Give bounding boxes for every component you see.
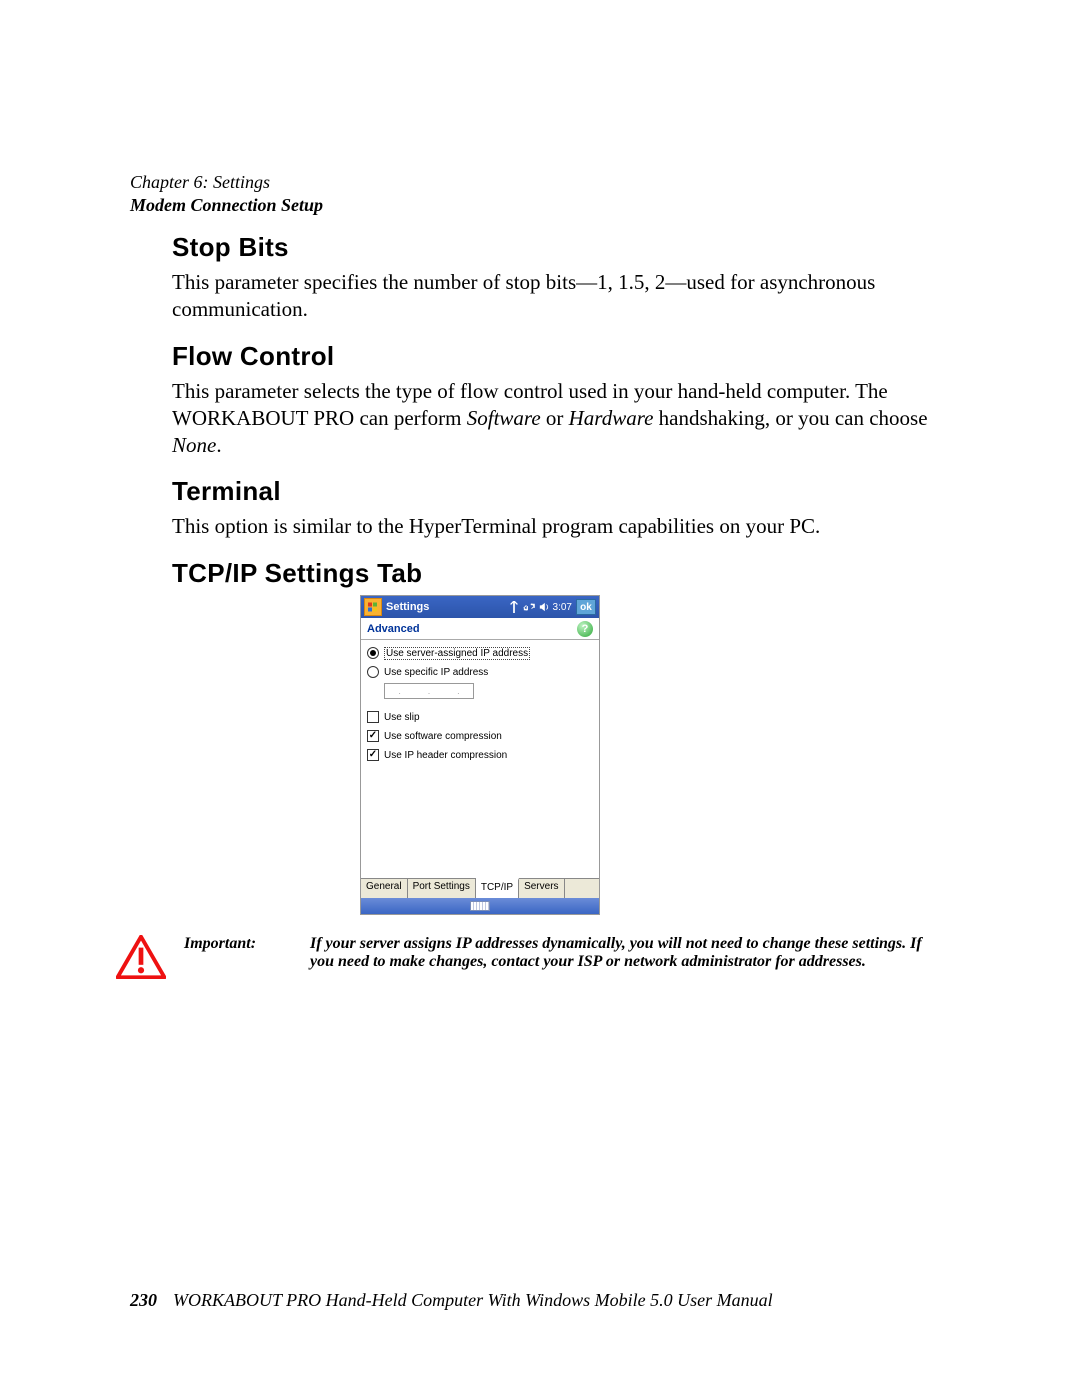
important-note: Important: If your server assigns IP add… bbox=[116, 935, 942, 979]
checkbox-icon[interactable] bbox=[367, 711, 379, 723]
titlebar-time: 3:07 bbox=[553, 602, 572, 613]
radio-server-assigned[interactable]: Use server-assigned IP address bbox=[367, 645, 593, 661]
para-terminal: This option is similar to the HyperTermi… bbox=[172, 513, 942, 540]
status-icons: 3:07 bbox=[509, 601, 572, 613]
check2-label: Use software compression bbox=[384, 731, 502, 742]
speaker-icon bbox=[539, 602, 549, 612]
important-body: If your server assigns IP addresses dyna… bbox=[310, 935, 942, 971]
radio2-label: Use specific IP address bbox=[384, 667, 488, 678]
section-flow-control: Flow Control This parameter selects the … bbox=[172, 341, 942, 459]
radio1-label: Use server-assigned IP address bbox=[384, 647, 530, 660]
chapter-label: Chapter 6: Settings bbox=[130, 172, 323, 193]
tab-bar: General Port Settings TCP/IP Servers bbox=[361, 878, 599, 898]
fc-none: None bbox=[172, 433, 216, 457]
help-icon[interactable]: ? bbox=[577, 621, 593, 637]
tab-tcpip[interactable]: TCP/IP bbox=[476, 878, 519, 898]
ok-button[interactable]: ok bbox=[576, 599, 596, 615]
heading-terminal: Terminal bbox=[172, 476, 942, 507]
tab-general[interactable]: General bbox=[361, 879, 408, 898]
check3-label: Use IP header compression bbox=[384, 750, 507, 761]
running-header: Chapter 6: Settings Modem Connection Set… bbox=[130, 172, 323, 216]
warning-icon bbox=[116, 935, 166, 979]
section-stop-bits: Stop Bits This parameter specifies the n… bbox=[172, 232, 942, 323]
titlebar-app: Settings bbox=[386, 601, 429, 613]
checkbox-icon[interactable] bbox=[367, 749, 379, 761]
para-stop-bits: This parameter specifies the number of s… bbox=[172, 269, 942, 323]
device-screenshot: Settings 3:07 ok Advanced ? bbox=[360, 595, 600, 915]
tab-port-settings[interactable]: Port Settings bbox=[408, 879, 476, 898]
page-number: 230 bbox=[130, 1290, 157, 1311]
connectivity-icon bbox=[523, 602, 535, 612]
heading-flow-control: Flow Control bbox=[172, 341, 942, 372]
running-footer: 230 WORKABOUT PRO Hand-Held Computer Wit… bbox=[130, 1290, 773, 1311]
important-label: Important: bbox=[184, 935, 296, 971]
fc-tail: . bbox=[216, 433, 221, 457]
fc-mid2: handshaking, or you can choose bbox=[653, 406, 927, 430]
heading-stop-bits: Stop Bits bbox=[172, 232, 942, 263]
signal-icon bbox=[509, 601, 519, 613]
start-icon[interactable] bbox=[364, 598, 382, 616]
important-columns: Important: If your server assigns IP add… bbox=[184, 935, 942, 971]
manual-page: Chapter 6: Settings Modem Connection Set… bbox=[0, 0, 1080, 1397]
keyboard-icon[interactable] bbox=[470, 901, 490, 911]
subtitle-text: Advanced bbox=[367, 623, 420, 635]
fc-mid1: or bbox=[541, 406, 569, 430]
radio-icon[interactable] bbox=[367, 666, 379, 678]
settings-form: Use server-assigned IP address Use speci… bbox=[361, 640, 599, 878]
fc-hardware: Hardware bbox=[569, 406, 654, 430]
page-subtitle: Advanced ? bbox=[361, 618, 599, 640]
heading-tcpip: TCP/IP Settings Tab bbox=[172, 558, 942, 589]
para-flow-control: This parameter selects the type of flow … bbox=[172, 378, 942, 459]
radio-specific-ip[interactable]: Use specific IP address bbox=[367, 664, 593, 680]
checkbox-icon[interactable] bbox=[367, 730, 379, 742]
section-label: Modem Connection Setup bbox=[130, 195, 323, 216]
check-ip-header-compression[interactable]: Use IP header compression bbox=[367, 747, 593, 763]
check1-label: Use slip bbox=[384, 712, 420, 723]
doc-title: WORKABOUT PRO Hand-Held Computer With Wi… bbox=[173, 1290, 773, 1311]
section-tcpip: TCP/IP Settings Tab Settings 3:07 ok bbox=[172, 558, 942, 915]
section-terminal: Terminal This option is similar to the H… bbox=[172, 476, 942, 540]
fc-software: Software bbox=[467, 406, 541, 430]
tab-servers[interactable]: Servers bbox=[519, 879, 564, 898]
check-sw-compression[interactable]: Use software compression bbox=[367, 728, 593, 744]
body-content: Stop Bits This parameter specifies the n… bbox=[172, 232, 942, 979]
radio-icon[interactable] bbox=[367, 647, 379, 659]
sip-bar[interactable] bbox=[361, 898, 599, 914]
wm-titlebar: Settings 3:07 ok bbox=[361, 596, 599, 618]
check-use-slip[interactable]: Use slip bbox=[367, 709, 593, 725]
ip-input[interactable]: ... bbox=[384, 683, 474, 699]
